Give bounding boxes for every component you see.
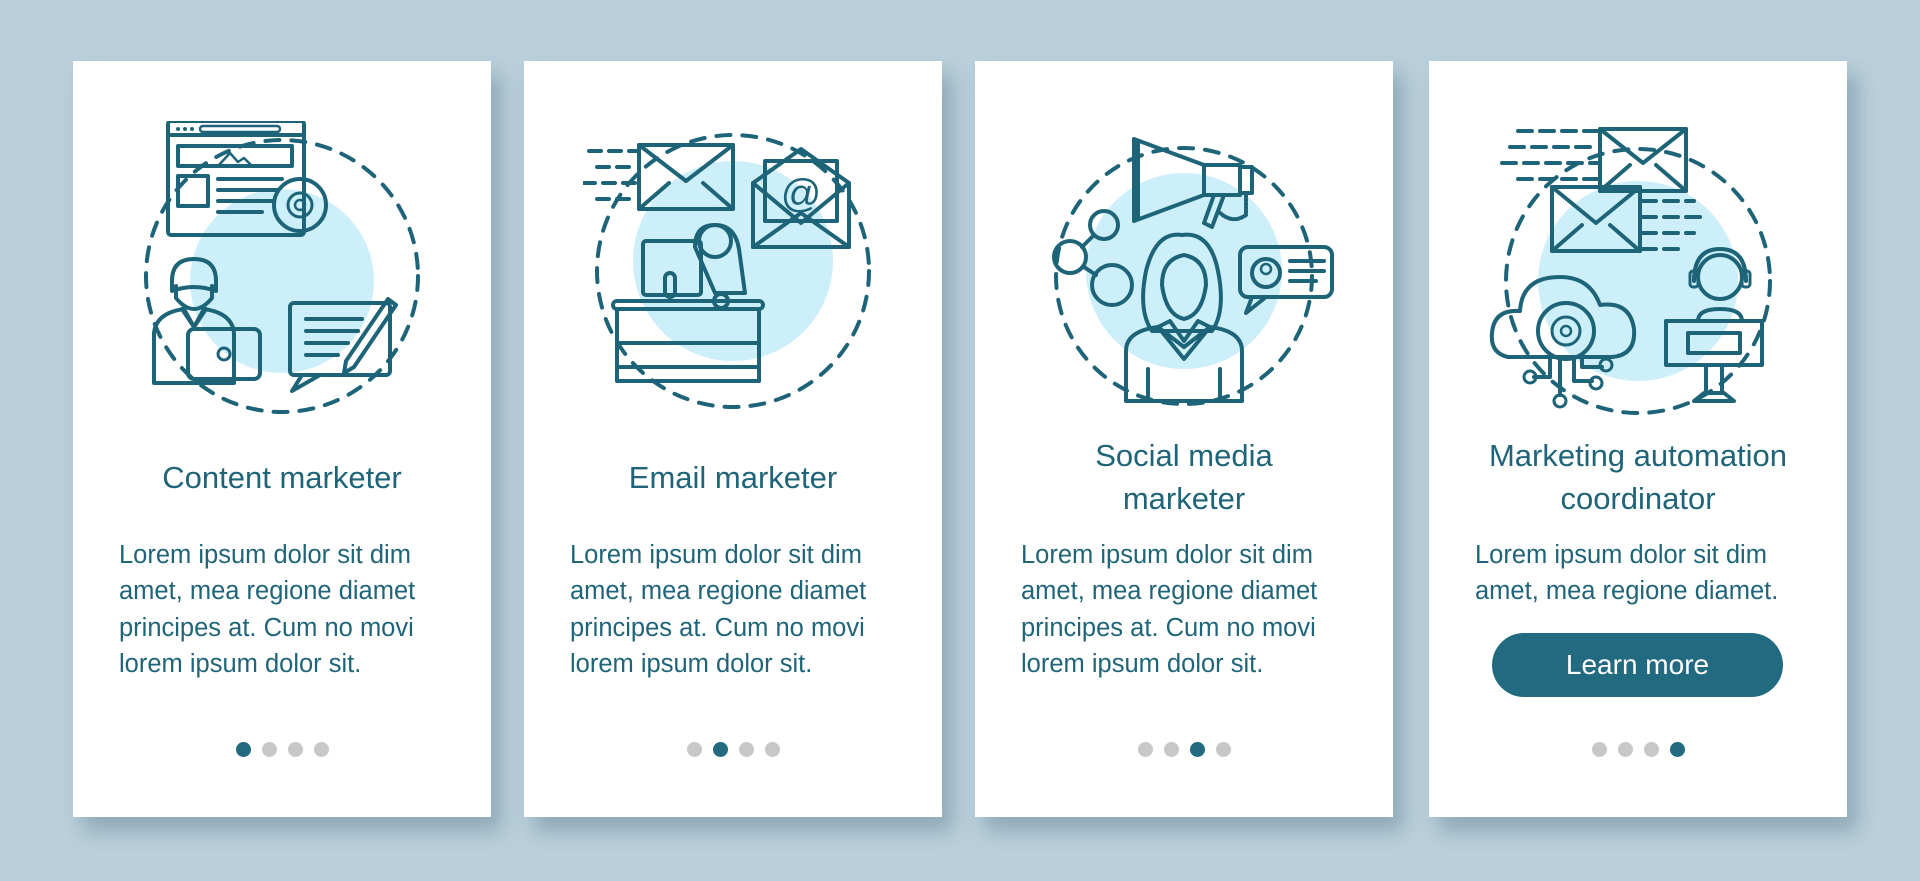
marketing-automation-illustration-icon [1489, 127, 1772, 415]
content-marketer-illustration-icon [144, 121, 420, 414]
card-description: Lorem ipsum dolor sit dim amet, mea regi… [1021, 541, 1318, 678]
page-dot-3[interactable] [287, 742, 303, 757]
card-title: Content marketer [162, 460, 402, 495]
learn-more-button[interactable]: Learn more [1492, 633, 1783, 697]
page-dot-4[interactable] [1669, 742, 1685, 757]
card-title: Social media marketer [985, 434, 1383, 520]
email-marketer-illustration-icon: @ [583, 133, 871, 409]
page-dot-3[interactable] [1643, 742, 1659, 757]
page-dot-3[interactable] [1189, 742, 1205, 757]
page-dot-2[interactable] [1617, 742, 1633, 757]
page-dot-1[interactable] [686, 742, 702, 757]
card-description: Lorem ipsum dolor sit dim amet, mea regi… [119, 541, 416, 678]
pagination-dots [73, 742, 491, 757]
card-title-line-2: coordinator [1560, 481, 1716, 516]
onboarding-card-content-marketer: Content marketer Lorem ipsum dolor sit d… [73, 61, 491, 817]
card-title: Email marketer [628, 460, 838, 495]
page-dot-2[interactable] [712, 742, 728, 757]
card-description: Lorem ipsum dolor sit dim amet, mea regi… [1475, 541, 1779, 606]
pagination-dots [524, 742, 942, 757]
pagination-dots [975, 742, 1393, 757]
page-dot-4[interactable] [1215, 742, 1231, 757]
page-dot-1[interactable] [235, 742, 251, 757]
page-dot-1[interactable] [1591, 742, 1607, 757]
onboarding-card-social-media-marketer: Social media marketer Lorem ipsum dolor … [975, 61, 1393, 817]
page-dot-3[interactable] [738, 742, 754, 757]
page-dot-4[interactable] [764, 742, 780, 757]
page-dot-2[interactable] [1163, 742, 1179, 757]
card-title-line-1: Marketing automation [1488, 438, 1788, 473]
card-title: Marketing automation coordinator [1439, 434, 1837, 520]
onboarding-card-marketing-automation-coordinator: Marketing automation coordinator Lorem i… [1429, 61, 1847, 817]
page-dot-1[interactable] [1137, 742, 1153, 757]
onboarding-card-email-marketer: @ Email marketer Lorem ipsum dolor sit d… [524, 61, 942, 817]
card-title-line-1: Social media [1095, 438, 1273, 473]
card-title-line-2: marketer [1122, 481, 1246, 516]
page-dot-4[interactable] [313, 742, 329, 757]
social-media-marketer-illustration-icon [1052, 137, 1334, 406]
page-dot-2[interactable] [261, 742, 277, 757]
card-description: Lorem ipsum dolor sit dim amet, mea regi… [570, 541, 867, 678]
pagination-dots [1429, 742, 1847, 757]
